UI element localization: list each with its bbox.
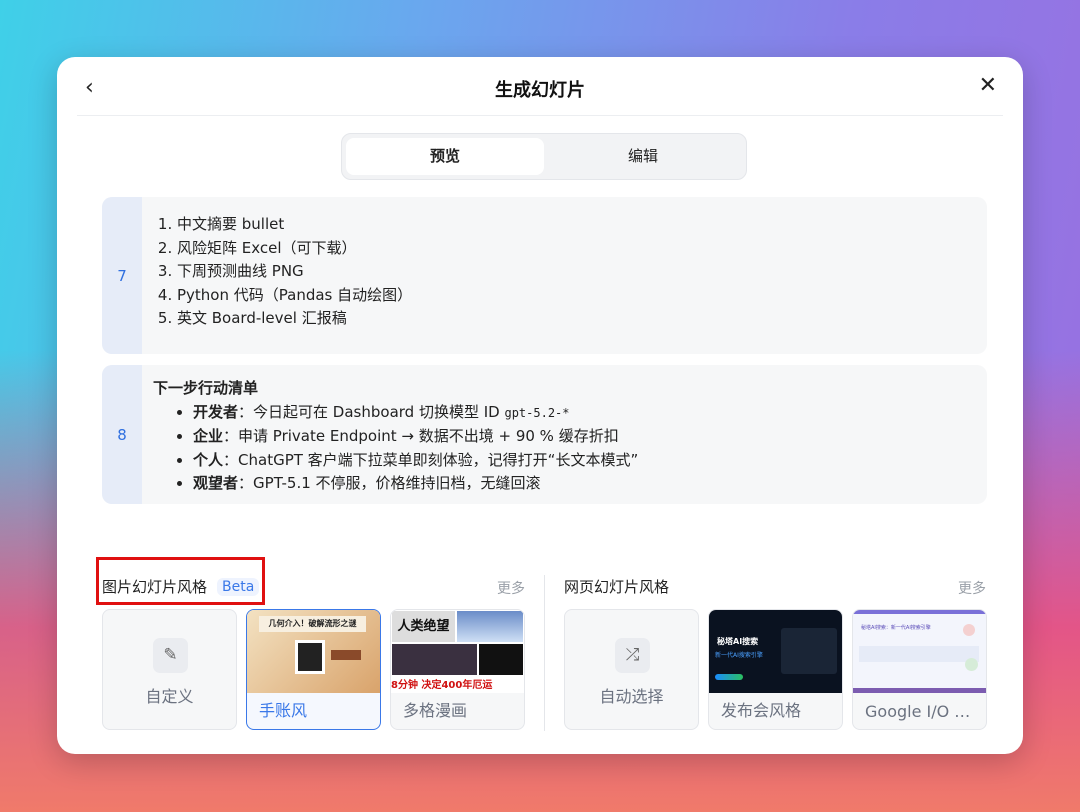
style-card-journal[interactable]: 几何介入！破解流形之谜 手账风 [246,609,381,730]
tab-preview[interactable]: 预览 [346,138,544,175]
style-card-launch[interactable]: 秘塔AI搜索 新一代AI搜索引擎 发布会风格 [708,609,843,730]
slide-number: 7 [102,197,142,354]
slide-number: 8 [102,365,142,504]
card-label: 多格漫画 [403,701,468,720]
image-styles-heading: 图片幻灯片风格 Beta [102,576,260,597]
card-label: 发布会风格 [721,701,802,720]
shuffle-icon: ⤮ [615,638,650,673]
card-label: 自动选择 [599,687,664,706]
web-styles-more-link[interactable]: 更多 [958,578,986,598]
style-card-custom[interactable]: ✎ 自定义 [102,609,237,730]
list-item: 开发者：今日起可在 Dashboard 切换模型 ID gpt-5.2-* [193,401,638,426]
list-item: 观望者：GPT-5.1 不停服，价格维持旧档，无缝回滚 [193,472,638,496]
list-item: 个人：ChatGPT 客户端下拉菜单即刻体验，记得打开“长文本模式” [193,449,638,473]
list-item: 企业：申请 Private Endpoint → 数据不出境 + 90 % 缓存… [193,425,638,449]
web-styles-heading: 网页幻灯片风格 [564,576,669,597]
slide-row-7[interactable]: 7 中文摘要 bullet 风险矩阵 Excel（可下载） 下周预测曲线 PNG… [102,197,987,354]
close-icon[interactable]: ✕ [979,73,997,98]
launch-thumbnail: 秘塔AI搜索 新一代AI搜索引擎 [709,610,842,693]
slide-row-8[interactable]: 8 下一步行动清单 开发者：今日起可在 Dashboard 切换模型 ID gp… [102,365,987,504]
google-io-thumbnail: 秘塔AI搜索：新一代AI搜索引擎 [853,610,986,693]
dialog-header: ‹ 生成幻灯片 ✕ [77,57,1003,116]
slide-heading: 下一步行动清单 [153,379,259,397]
section-title: 网页幻灯片风格 [564,578,670,596]
list-item: 风险矩阵 Excel（可下载） [177,237,412,261]
beta-badge: Beta [217,577,260,596]
style-card-comic[interactable]: 人类绝望 8分钟 决定400年厄运 多格漫画 [390,609,525,730]
comic-thumbnail: 人类绝望 8分钟 决定400年厄运 [391,610,524,693]
section-title: 图片幻灯片风格 [102,578,208,596]
list-item: 英文 Board-level 汇报稿 [177,307,412,331]
card-label: 手账风 [259,701,308,720]
pencil-icon: ✎ [153,638,188,673]
list-item: 下周预测曲线 PNG [177,260,412,284]
view-tabs: 预览 编辑 [341,133,747,180]
style-card-auto[interactable]: ⤮ 自动选择 [564,609,699,730]
list-item: 中文摘要 bullet [177,213,412,237]
tab-edit[interactable]: 编辑 [544,138,742,175]
style-card-google-io[interactable]: 秘塔AI搜索：新一代AI搜索引擎 Google I/O … [852,609,987,730]
list-item: Python 代码（Pandas 自动绘图） [177,284,412,308]
card-label: 自定义 [145,687,194,706]
section-divider [544,575,545,731]
image-styles-more-link[interactable]: 更多 [497,578,525,598]
card-label: Google I/O … [865,702,971,721]
generate-slides-dialog: ‹ 生成幻灯片 ✕ 预览 编辑 7 中文摘要 bullet 风险矩阵 Excel… [57,57,1023,754]
journal-thumbnail: 几何介入！破解流形之谜 [247,610,380,693]
dialog-title: 生成幻灯片 [495,80,585,101]
